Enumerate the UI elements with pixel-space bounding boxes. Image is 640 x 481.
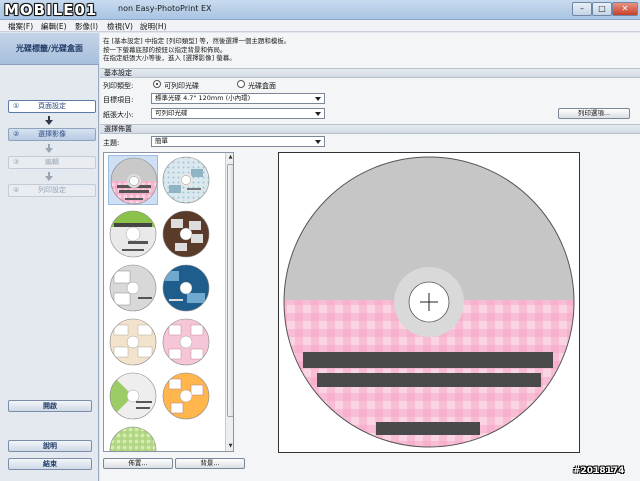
help-button[interactable]: 說明	[8, 440, 92, 452]
menu-image[interactable]: 影像(I)	[75, 21, 98, 32]
step-edit: ③ 編輯	[8, 156, 96, 169]
disc-template-icon	[162, 318, 210, 366]
step-label: 列印設定	[38, 186, 66, 194]
template-thumbnail[interactable]	[161, 263, 211, 313]
menu-bar: 檔案(F) 編輯(E) 影像(I) 檢視(V) 說明(H)	[0, 20, 640, 32]
theme-select[interactable]: 簡單	[151, 136, 325, 147]
target-label: 目標項目:	[103, 96, 134, 104]
radio-disc-case-label: 光碟盒面	[248, 82, 276, 90]
theme-label: 主題:	[103, 139, 120, 147]
open-button[interactable]: 開啟	[8, 400, 92, 412]
arrow-down-icon	[45, 172, 53, 181]
watermark: #2018174	[573, 466, 625, 476]
close-button[interactable]: ✕	[612, 2, 638, 16]
layout-heading: 選擇佈置	[100, 124, 640, 134]
basic-settings-heading: 基本設定	[100, 68, 640, 78]
template-thumbnail[interactable]	[108, 425, 158, 451]
radio-disc-case[interactable]	[237, 80, 245, 88]
scroll-down-icon[interactable]: ▼	[226, 442, 233, 451]
arrow-down-icon	[45, 116, 53, 125]
template-thumbnail[interactable]	[161, 209, 211, 259]
maximize-button[interactable]: □	[592, 2, 612, 16]
arrow-down-icon	[45, 144, 53, 153]
sidebar-title: 光碟標籤/光碟盒面	[0, 33, 99, 65]
disc-template-icon	[110, 157, 158, 205]
paper-size-label: 紙張大小:	[103, 111, 134, 119]
label-preview	[278, 152, 580, 453]
background-button[interactable]: 背景...	[175, 458, 245, 469]
template-thumbnail[interactable]	[108, 155, 158, 205]
step-label: 頁面設定	[38, 102, 66, 110]
minimize-button[interactable]: –	[572, 2, 592, 16]
template-thumbnail[interactable]	[161, 155, 211, 205]
menu-edit[interactable]: 編輯(E)	[41, 21, 67, 32]
radio-printable-disc[interactable]	[153, 80, 161, 88]
scroll-thumb[interactable]	[227, 164, 233, 417]
chevron-down-icon	[315, 140, 321, 144]
template-thumbnail[interactable]	[161, 317, 211, 367]
template-thumbnail[interactable]	[108, 263, 158, 313]
window-title: non Easy-PhotoPrint EX	[118, 4, 212, 13]
chevron-down-icon	[315, 97, 321, 101]
disc-template-icon	[109, 264, 157, 312]
instruction-line: 在指定紙張大小等後，進入 [選擇影像] 螢幕。	[103, 54, 236, 62]
menu-help[interactable]: 說明(H)	[140, 21, 167, 32]
scroll-up-icon[interactable]: ▲	[226, 153, 233, 162]
template-thumbnail[interactable]	[161, 371, 211, 421]
disc-preview-icon	[283, 156, 575, 448]
print-options-button[interactable]: 列印選項...	[558, 108, 630, 119]
instruction-line: 在 [基本設定] 中指定 [列印類型] 等，然後選擇一個主題和模板。	[103, 37, 291, 45]
menu-view[interactable]: 檢視(V)	[107, 21, 133, 32]
target-select[interactable]: 標準光碟 4.7" 120mm (小內環)	[151, 93, 325, 104]
chevron-down-icon	[315, 112, 321, 116]
theme-select-value: 簡單	[155, 137, 168, 145]
paper-size-select[interactable]: 可列印光碟	[151, 108, 325, 119]
disc-template-icon	[162, 372, 210, 420]
main-panel: 在 [基本設定] 中指定 [列印類型] 等，然後選擇一個主題和模板。 按一下螢幕…	[100, 33, 640, 481]
title-bar: MOBILE01 non Easy-PhotoPrint EX – □ ✕	[0, 0, 640, 20]
instruction-line: 按一下螢幕底部的按鈕以指定背景和佈局。	[103, 45, 227, 54]
paper-size-select-value: 可列印光碟	[155, 109, 188, 117]
site-logo: MOBILE01	[4, 1, 98, 19]
disc-template-icon	[162, 264, 210, 312]
template-list: ▲ ▼	[103, 152, 234, 452]
template-thumbnail[interactable]	[108, 371, 158, 421]
step-select-images[interactable]: ② 選擇影像	[8, 128, 96, 141]
disc-template-icon	[109, 426, 157, 451]
step-print-settings: ④ 列印設定	[8, 184, 96, 197]
disc-template-icon	[162, 210, 210, 258]
template-scrollbar[interactable]: ▲ ▼	[225, 153, 233, 451]
disc-template-icon	[109, 318, 157, 366]
radio-printable-disc-label: 可列印光碟	[164, 82, 199, 90]
instructions: 在 [基本設定] 中指定 [列印類型] 等，然後選擇一個主題和模板。 按一下螢幕…	[103, 37, 633, 63]
disc-template-icon	[162, 156, 210, 204]
disc-template-icon	[109, 372, 157, 420]
disc-template-icon	[109, 210, 157, 258]
menu-file[interactable]: 檔案(F)	[8, 21, 33, 32]
step-page-setup[interactable]: ① 頁面設定	[8, 100, 96, 113]
layout-button[interactable]: 佈置...	[103, 458, 173, 469]
print-type-label: 列印類型:	[103, 82, 134, 90]
sidebar: 光碟標籤/光碟盒面 ① 頁面設定 ② 選擇影像 ③ 編輯 ④ 列印設定 開啟 說…	[0, 33, 99, 481]
step-label: 編輯	[45, 158, 59, 166]
exit-button[interactable]: 結束	[8, 458, 92, 470]
template-thumbnail[interactable]	[108, 209, 158, 259]
template-thumbnail[interactable]	[108, 317, 158, 367]
target-select-value: 標準光碟 4.7" 120mm (小內環)	[155, 94, 251, 102]
step-label: 選擇影像	[38, 130, 66, 138]
